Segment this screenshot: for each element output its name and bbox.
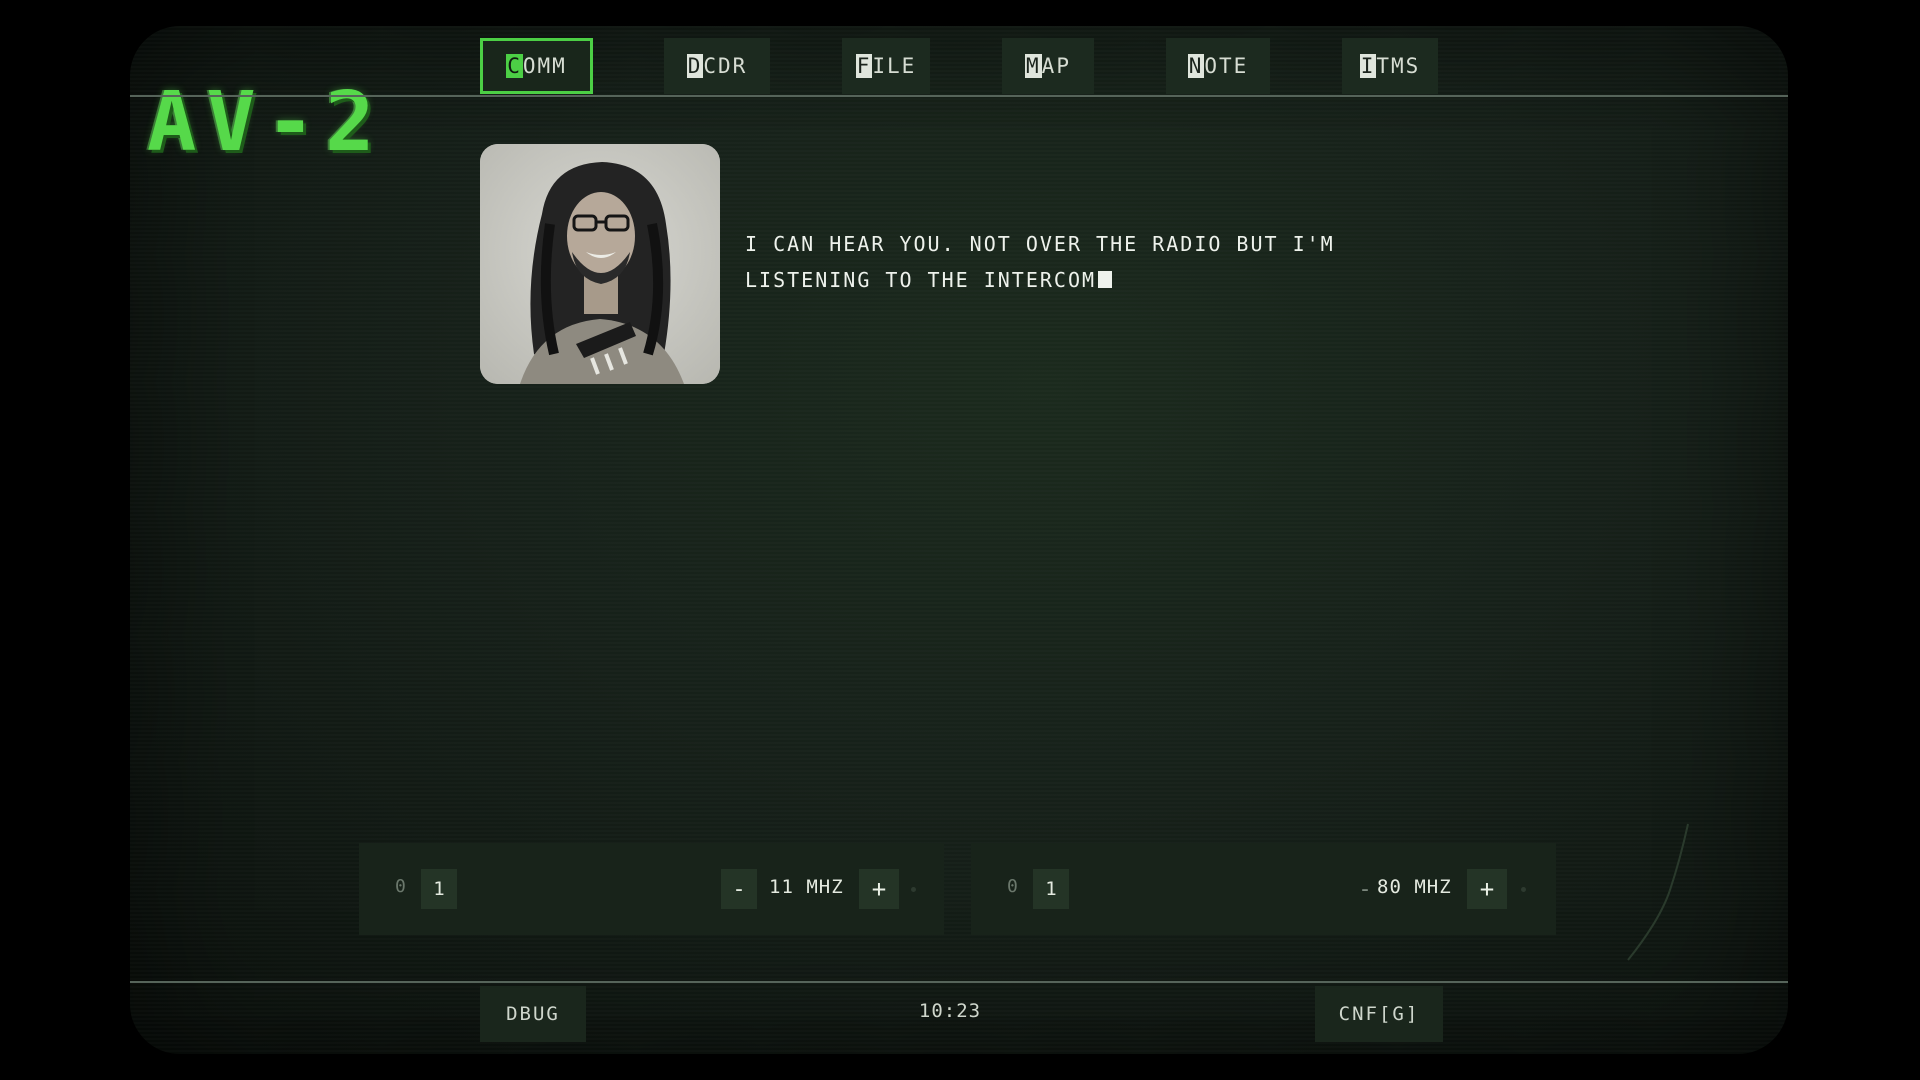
bit-on-toggle[interactable]: 1 [421,869,457,909]
tab-file[interactable]: F ILE [842,38,930,94]
tab-hotkey: M [1025,54,1042,78]
tab-comm[interactable]: C OMM [480,38,593,94]
radio-channel-2: 0 1 - 80 MHZ + [971,843,1556,935]
indicator-dot-icon [1521,887,1526,892]
tab-hotkey: N [1187,54,1205,78]
tab-hotkey: I [1359,54,1377,78]
tab-bar: C OMM D CDR F ILE M AP N OTE I TMS [0,36,1920,96]
tab-label: AP [1041,54,1071,78]
bit-off-label[interactable]: 0 [395,876,406,897]
portrait-image [480,144,720,384]
dialog-text: I CAN HEAR YOU. NOT OVER THE RADIO BUT I… [745,232,1335,292]
tab-map[interactable]: M AP [1002,38,1094,94]
tab-hotkey: D [686,54,704,78]
debug-button[interactable]: DBUG [480,986,586,1042]
tab-label: OTE [1204,54,1249,78]
clock: 10:23 [918,1000,982,1022]
bottom-divider [130,981,1788,983]
tab-label: OMM [522,54,567,78]
tab-note[interactable]: N OTE [1166,38,1270,94]
frequency-increase-button[interactable]: + [859,869,899,909]
indicator-dot-icon [911,887,916,892]
tab-dcdr[interactable]: D CDR [664,38,770,94]
screen-crack-icon [1627,823,1689,961]
frequency-readout: 80 MHZ [1377,876,1452,898]
speaker-portrait [480,144,720,384]
bit-on-toggle[interactable]: 1 [1033,869,1069,909]
frequency-increase-button[interactable]: + [1467,869,1507,909]
tab-hotkey: C [506,54,523,78]
tab-itms[interactable]: I TMS [1342,38,1438,94]
text-cursor [1098,271,1113,288]
config-button[interactable]: CNF[G] [1315,986,1443,1042]
radio-channel-1: 0 1 - 11 MHZ + [359,843,944,935]
frequency-decrease-button[interactable]: - [721,869,757,909]
bit-off-label[interactable]: 0 [1007,876,1018,897]
dialog-box: I CAN HEAR YOU. NOT OVER THE RADIO BUT I… [745,226,1445,298]
frequency-readout: 11 MHZ [769,876,844,898]
tab-label: CDR [703,54,748,78]
tab-hotkey: F [855,54,873,78]
tab-label: TMS [1376,54,1421,78]
tab-label: ILE [872,54,917,78]
